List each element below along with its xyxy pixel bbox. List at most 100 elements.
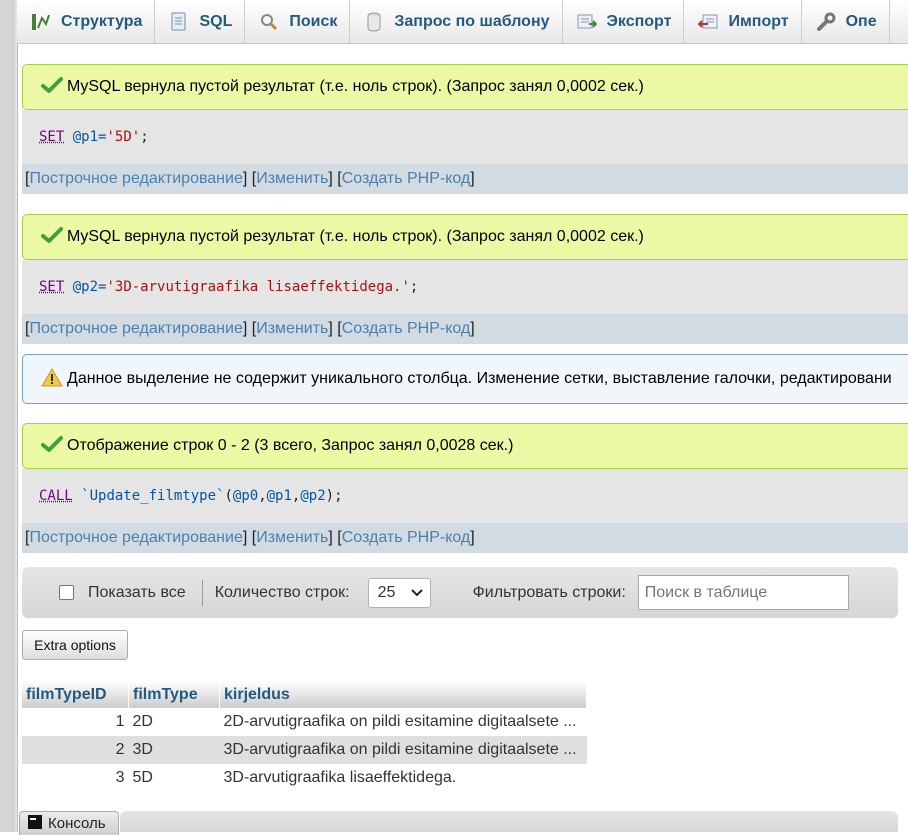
bracket: ] [ xyxy=(242,320,257,337)
create-php-link[interactable]: Создать PHP-код xyxy=(342,320,471,338)
success-message-1: MySQL вернула пустой результат (т.е. нол… xyxy=(22,64,908,110)
table-cell[interactable]: 3D-arvutigraafika on pildi esitamine dig… xyxy=(219,736,587,764)
sql-keyword: SET xyxy=(39,129,65,145)
sql-operator: = xyxy=(98,279,107,295)
column-header[interactable]: filmTypeID xyxy=(22,681,129,708)
extra-options-button[interactable]: Extra options xyxy=(22,630,128,660)
bracket: ] [ xyxy=(328,170,342,187)
bracket: ] [ xyxy=(328,529,342,546)
warning-message-text: Данное выделение не содержит уникального… xyxy=(67,370,892,387)
results-navigation-bar: Показать все Количество строк: 25 Фильтр… xyxy=(22,567,898,618)
row-count-label: Количество строк: xyxy=(214,583,350,601)
bracket: ] xyxy=(470,170,475,187)
create-php-link[interactable]: Создать PHP-код xyxy=(342,529,471,547)
edit-link[interactable]: Изменить xyxy=(256,170,328,188)
sql-query-1[interactable]: SET @p1 = '5D'; xyxy=(22,110,908,164)
tab-sql-label: SQL xyxy=(199,12,233,30)
sql-query-2[interactable]: SET @p2 = '3D-arvutigraafika lisaeffektide… xyxy=(22,260,908,314)
success-message-1-text: MySQL вернула пустой результат (т.е. нол… xyxy=(67,78,644,95)
filter-rows-label: Фильтровать строки: xyxy=(472,583,626,601)
bottom-navigation-bar xyxy=(120,811,898,832)
extra-options-label: Extra options xyxy=(34,637,116,653)
console-label: Консоль xyxy=(48,815,106,832)
structure-icon xyxy=(31,12,51,32)
bracket: ] xyxy=(470,529,475,546)
table-cell[interactable]: 3D-arvutigraafika lisaeffektidega. xyxy=(219,764,587,792)
table-cell[interactable]: 5D xyxy=(128,764,220,792)
row-count-value: 25 xyxy=(377,583,396,601)
sql-variable: @p2 xyxy=(72,279,99,295)
sql-procedure-name: `Update_filmtype` xyxy=(81,488,225,504)
tab-search[interactable]: Поиск xyxy=(245,0,351,43)
warning-message: Данное выделение не содержит уникального… xyxy=(22,354,908,404)
column-header[interactable]: kirjeldus xyxy=(219,681,587,708)
tab-search-label: Поиск xyxy=(289,12,338,30)
sql-keyword: SET xyxy=(39,279,65,295)
query-links-3: [ Построчное редактирование ] [ Изменить… xyxy=(22,523,908,553)
table-search-input[interactable]: Поиск в таблице xyxy=(637,575,849,610)
inline-edit-link[interactable]: Построчное редактирование xyxy=(29,170,242,188)
edit-link[interactable]: Изменить xyxy=(256,320,328,338)
query-links-2: [ Построчное редактирование ] [ Изменить… xyxy=(22,314,908,344)
sql-query-3[interactable]: CALL `Update_filmtype`(@p0, @p1, @p2); xyxy=(22,469,908,523)
bracket: ] [ xyxy=(328,320,342,337)
sql-comma: , xyxy=(258,488,267,504)
inline-edit-link[interactable]: Построчное редактирование xyxy=(29,320,242,338)
table-cell[interactable]: 3 xyxy=(22,764,129,792)
table-row[interactable]: 1 2D 2D-arvutigraafika on pildi esitamin… xyxy=(22,708,587,736)
column-header[interactable]: filmType xyxy=(128,681,220,708)
tab-query[interactable]: Запрос по шаблону xyxy=(350,0,563,43)
tab-structure-label: Структура xyxy=(61,12,143,30)
sql-variable: @p2 xyxy=(300,488,326,504)
table-row[interactable]: 2 3D 3D-arvutigraafika on pildi esitamin… xyxy=(22,736,587,764)
table-cell[interactable]: 1 xyxy=(22,708,129,736)
top-tabs: Структура SQL Поиск Запрос по шаблону Эк… xyxy=(17,0,908,44)
table-search-placeholder: Поиск в таблице xyxy=(644,583,768,601)
table-cell[interactable]: 2D-arvutigraafika on pildi esitamine dig… xyxy=(219,708,587,736)
show-all-label: Показать все xyxy=(88,583,186,601)
tab-query-label: Запрос по шаблону xyxy=(394,12,550,30)
left-panel-resizer[interactable] xyxy=(12,0,17,832)
bracket: ] [ xyxy=(242,529,257,546)
tab-export[interactable]: Экспорт xyxy=(563,0,685,43)
sql-operator: = xyxy=(98,129,107,145)
wrench-icon xyxy=(816,12,836,32)
export-icon xyxy=(577,12,597,32)
sql-paren: ); xyxy=(325,488,343,504)
query-icon xyxy=(364,12,384,32)
success-message-2: MySQL вернула пустой результат (т.е. нол… xyxy=(22,214,908,260)
tab-structure[interactable]: Структура xyxy=(17,0,156,43)
table-header-row: filmTypeID filmType kirjeldus xyxy=(22,681,587,708)
inline-edit-link[interactable]: Построчное редактирование xyxy=(29,529,242,547)
show-all-checkbox[interactable] xyxy=(59,585,74,600)
sql-variable: @p1 xyxy=(266,488,292,504)
tab-import[interactable]: Импорт xyxy=(684,0,802,43)
create-php-link[interactable]: Создать PHP-код xyxy=(342,170,471,188)
sql-icon xyxy=(169,12,189,32)
row-count-select[interactable]: 25 xyxy=(367,577,431,608)
success-message-3-text: Отображение строк 0 - 2 (3 всего, Запрос… xyxy=(67,437,514,454)
divider xyxy=(201,579,203,606)
table-row[interactable]: 3 5D 3D-arvutigraafika lisaeffektidega. xyxy=(22,764,587,792)
table-cell[interactable]: 3D xyxy=(128,736,220,764)
chevron-down-icon xyxy=(410,584,423,602)
table-cell[interactable]: 2 xyxy=(22,736,129,764)
console-tab[interactable]: Консоль xyxy=(19,811,119,835)
search-icon xyxy=(259,12,279,32)
tab-export-label: Экспорт xyxy=(606,12,672,30)
warning-icon xyxy=(41,367,63,392)
console-icon xyxy=(28,814,42,833)
bracket: ] [ xyxy=(242,170,257,187)
tab-operations[interactable]: Опе xyxy=(802,0,890,43)
sql-variable: @p1 xyxy=(72,129,99,145)
sql-variable: @p0 xyxy=(232,488,259,504)
tab-import-label: Импорт xyxy=(728,12,789,30)
bracket: ] xyxy=(470,320,475,337)
tab-sql[interactable]: SQL xyxy=(155,0,246,43)
table-cell[interactable]: 2D xyxy=(128,708,220,736)
tab-operations-label: Опе xyxy=(845,12,877,30)
edit-link[interactable]: Изменить xyxy=(256,529,328,547)
success-message-2-text: MySQL вернула пустой результат (т.е. нол… xyxy=(67,228,644,245)
sql-string: '5D' xyxy=(106,129,141,145)
sql-comma: , xyxy=(291,488,301,504)
